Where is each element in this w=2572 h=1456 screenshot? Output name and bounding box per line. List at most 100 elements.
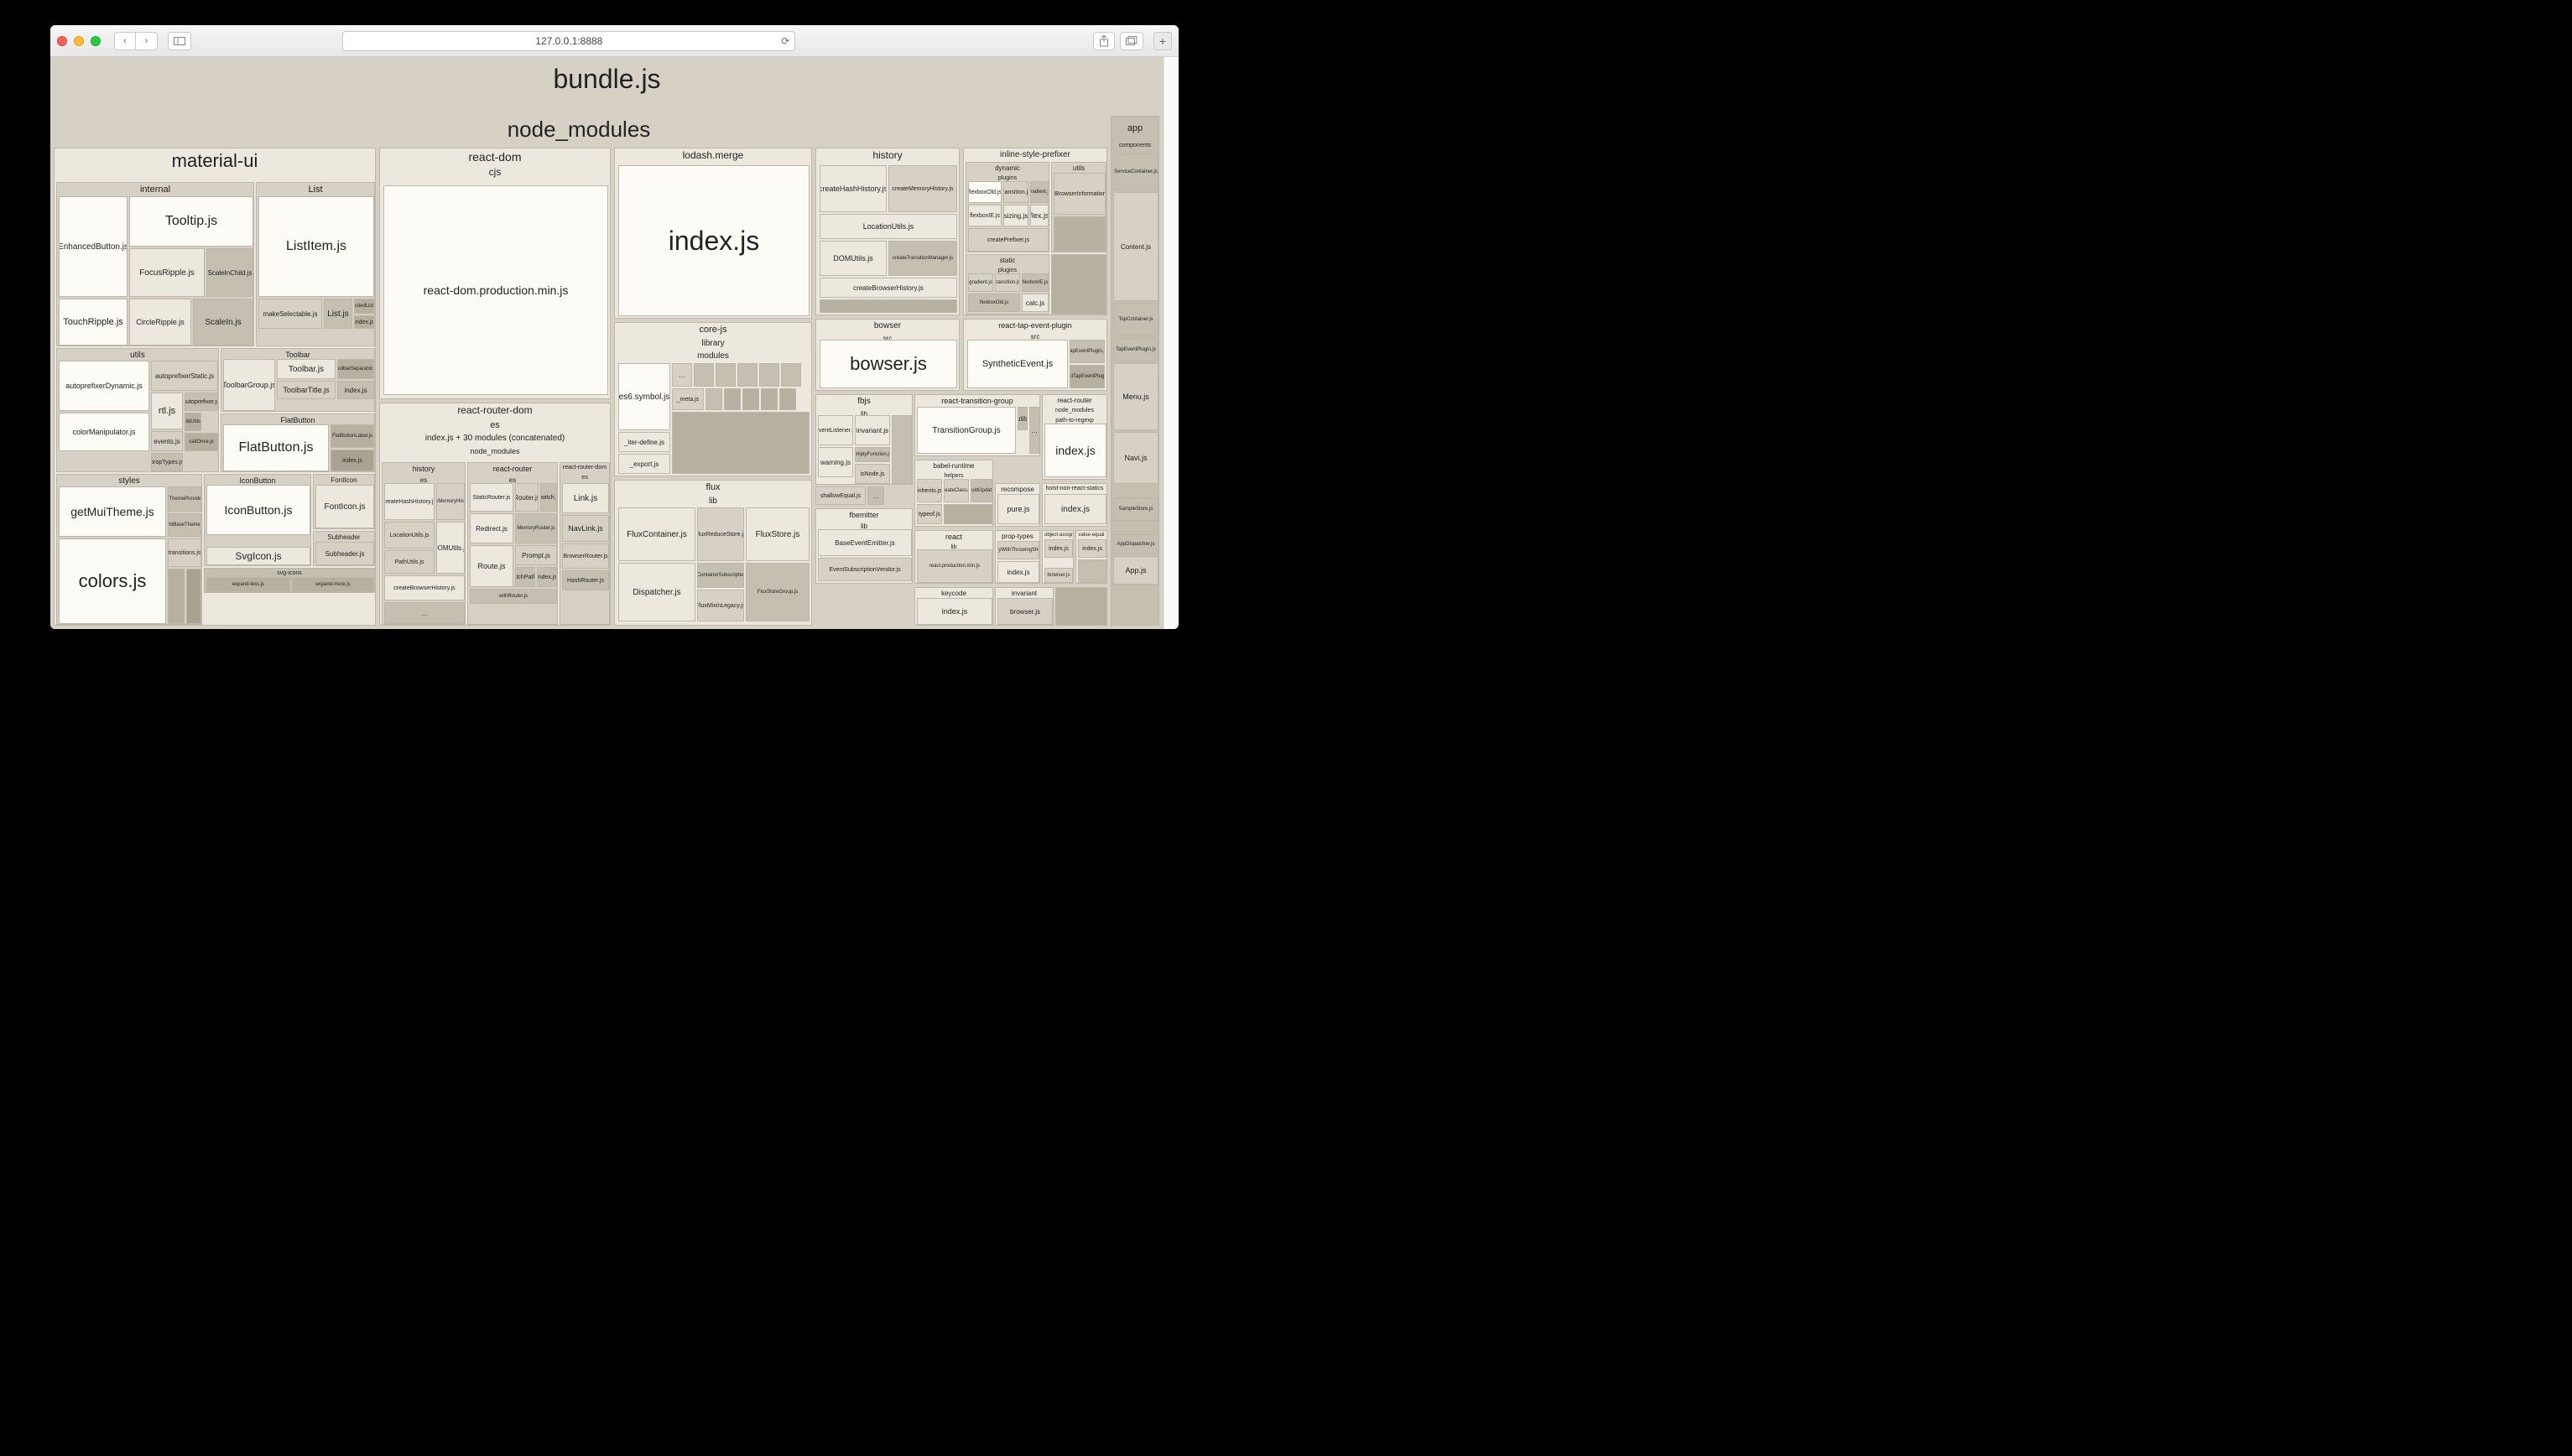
leaf-dispatcher[interactable]: Dispatcher.js [618, 563, 695, 621]
leaf-pt-index[interactable]: index.js [997, 561, 1039, 583]
leaf-tooltip[interactable]: Tooltip.js [129, 196, 253, 247]
group-invariant-pkg[interactable]: invariant browser.js [995, 587, 1054, 626]
group-internal[interactable]: internal Tooltip.js EnhancedButton.js Fo… [56, 182, 254, 346]
leaf-circle-ripple[interactable]: CircleRipple.js [129, 299, 191, 346]
leaf-flux-store[interactable]: FluxStore.js [746, 507, 810, 561]
leaf-icon-button-js[interactable]: IconButton.js [206, 485, 310, 535]
leaf-navi[interactable]: Navi.js [1113, 432, 1158, 484]
leaf-cj8[interactable] [724, 388, 741, 410]
leaf-autoprefixer-dynamic[interactable]: autoprefixerDynamic.js [59, 361, 149, 411]
leaf-get-mui-theme[interactable]: getMuiTheme.js [59, 486, 166, 537]
leaf-flux-reduce-store[interactable]: FluxReduceStore.js [697, 507, 744, 561]
group-keycode[interactable]: keycode index.js [914, 587, 993, 626]
leaf-scale-in-child[interactable]: ScaleInChild.js [206, 248, 253, 297]
leaf-cj10[interactable] [761, 388, 778, 410]
leaf-top-container[interactable]: TopContainer.js [1113, 303, 1158, 336]
leaf-toolbar-group[interactable]: ToolbarGroup.js [223, 359, 275, 411]
leaf-cj5[interactable] [759, 363, 779, 387]
leaf-app-dispatcher[interactable]: AppDispatcher.js [1113, 534, 1158, 554]
leaf-subheader-js[interactable]: Subheader.js [315, 542, 374, 565]
leaf-s-calc[interactable]: calc.js [1022, 294, 1049, 312]
leaf-get-browser-info[interactable]: getBrowserInformation.js [1054, 173, 1106, 215]
leaf-redirect[interactable]: Redirect.js [470, 513, 513, 543]
leaf-rrd-domutils[interactable]: DOMUtils.js [436, 522, 465, 574]
group-toolbar[interactable]: Toolbar ToolbarGroup.js Toolbar.js Toolb… [221, 348, 375, 412]
leaf-warn-browser[interactable]: browser.js [1044, 568, 1073, 583]
group-rtg[interactable]: react-transition-group TransitionGroup.j… [914, 394, 1040, 456]
group-flux[interactable]: flux lib FluxContainer.js FluxReduceStor… [614, 480, 812, 626]
leaf-cj11[interactable] [779, 388, 796, 410]
reload-icon[interactable]: ⟳ [781, 35, 789, 47]
leaf-font-icon-js[interactable]: FontIcon.js [315, 485, 374, 528]
leaf-styles-misc1[interactable] [168, 569, 185, 624]
leaf-base-emitter[interactable]: BaseEventEmitter.js [818, 529, 912, 556]
leaf-rrd-pathutils[interactable]: PathUtils.js [384, 550, 435, 574]
group-icon-button[interactable]: IconButton IconButton.js SvgIcon SvgIcon… [204, 474, 311, 566]
leaf-ve-index[interactable]: index.js [1078, 539, 1106, 558]
leaf-light-base-theme[interactable]: lightBaseTheme.js [168, 513, 201, 537]
scrollbar[interactable] [1164, 57, 1179, 629]
leaf-typeof[interactable]: typeof.js [917, 504, 942, 524]
forward-button[interactable]: › [136, 32, 158, 50]
leaf-inv-browser[interactable]: browser.js [997, 598, 1053, 625]
leaf-lodash-index[interactable]: index.js [618, 165, 810, 316]
leaf-autoprefixer-static[interactable]: autoprefixerStatic.js [151, 361, 218, 391]
leaf-fbjs-misc[interactable] [892, 415, 912, 484]
leaf-toolbar-separator[interactable]: ToolbarSeparator.js [337, 359, 374, 379]
treemap[interactable]: bundle.js node_modules material-ui inter… [50, 57, 1164, 629]
share-button[interactable] [1093, 32, 1115, 50]
leaf-keycode-index[interactable]: index.js [917, 598, 992, 625]
leaf-cj-grid[interactable] [672, 412, 810, 474]
leaf-rrd-cbh[interactable]: createBrowserHistory.js [384, 575, 465, 601]
leaf-toolbar-js[interactable]: Toolbar.js [277, 359, 336, 379]
leaf-create-class[interactable]: createClass.js [944, 479, 969, 502]
leaf-inject-tap[interactable]: injectTapEventPlugin.js [1070, 365, 1105, 388]
leaf-event-listener[interactable]: EventListener.js [818, 415, 853, 445]
leaf-memory-router[interactable]: MemoryRouter.js [515, 513, 557, 543]
leaf-rr-index[interactable]: index.js [537, 567, 557, 587]
leaf-export[interactable]: _export.js [618, 454, 670, 474]
leaf-synthetic-event[interactable]: SyntheticEvent.js [967, 340, 1068, 388]
leaf-colors[interactable]: colors.js [59, 538, 166, 624]
leaf-scale-in[interactable]: ScaleIn.js [193, 299, 253, 346]
leaf-oa-index[interactable]: index.js [1044, 539, 1073, 558]
group-app[interactable]: app components ServiceContainer.js Conte… [1111, 116, 1159, 626]
leaf-create-prefixer[interactable]: createPrefixer.js [968, 228, 1049, 252]
leaf-flex[interactable]: flex.js [1030, 205, 1049, 226]
leaf-s-flexboxold[interactable]: flexboxOld.js [968, 294, 1020, 312]
leaf-meta[interactable]: _meta.js [672, 388, 704, 410]
leaf-rrd-chh[interactable]: createHashHistory.js [384, 483, 435, 520]
leaf-route[interactable]: Route.js [470, 545, 513, 587]
leaf-expand-less[interactable]: expand-less.js [206, 577, 290, 592]
close-icon[interactable] [57, 36, 67, 46]
leaf-link[interactable]: Link.js [562, 483, 609, 513]
group-material-ui[interactable]: material-ui internal Tooltip.js Enhanced… [54, 148, 376, 626]
group-react[interactable]: react lib react.production.min.js [914, 530, 993, 584]
leaf-cj2[interactable] [694, 363, 714, 387]
leaf-hoist-index[interactable]: index.js [1044, 494, 1106, 524]
leaf-shallow-equal[interactable]: shallowEqual.js [815, 486, 866, 505]
group-rrd-rrd[interactable]: react-router-dom es Link.js NavLink.js B… [560, 462, 610, 625]
leaf-react-dom-prod[interactable]: react-dom.production.min.js [383, 185, 608, 395]
leaf-se-ellipsis[interactable]: … [867, 486, 884, 505]
leaf-rrd-ellipsis[interactable]: … [384, 602, 465, 624]
leaf-sizing[interactable]: sizing.js [1003, 205, 1028, 226]
group-utils[interactable]: utils autoprefixerDynamic.js autoprefixe… [56, 348, 219, 472]
leaf-prompt[interactable]: Prompt.js [515, 545, 557, 565]
leaf-flux-container[interactable]: FluxContainer.js [618, 507, 695, 561]
leaf-es6-symbol[interactable]: es6.symbol.js [618, 363, 670, 430]
leaf-rrd-cmh[interactable]: createMemoryHistory.js [436, 483, 465, 520]
leaf-s-flexboxie[interactable]: flexboxIE.js [1022, 273, 1049, 292]
leaf-br-misc[interactable] [944, 504, 992, 524]
group-lodash-merge[interactable]: lodash.merge index.js [614, 148, 812, 319]
leaf-event-sub-vendor[interactable]: EventSubscriptionVendor.js [818, 558, 912, 581]
leaf-match-path[interactable]: matchPath.js [515, 567, 535, 587]
leaf-h-misc[interactable] [820, 299, 957, 313]
group-fbjs[interactable]: fbjs lib EventListener.js invariant.js e… [815, 394, 913, 485]
leaf-warning[interactable]: warning.js [818, 447, 853, 477]
leaf-hash-router[interactable]: HashRouter.js [562, 570, 609, 590]
leaf-static-router[interactable]: StaticRouter.js [470, 483, 513, 512]
leaf-cj9[interactable] [742, 388, 759, 410]
leaf-h-ctm[interactable]: createTransitionManager.js [888, 241, 957, 276]
leaf-transitions[interactable]: transitions.js [168, 538, 201, 567]
